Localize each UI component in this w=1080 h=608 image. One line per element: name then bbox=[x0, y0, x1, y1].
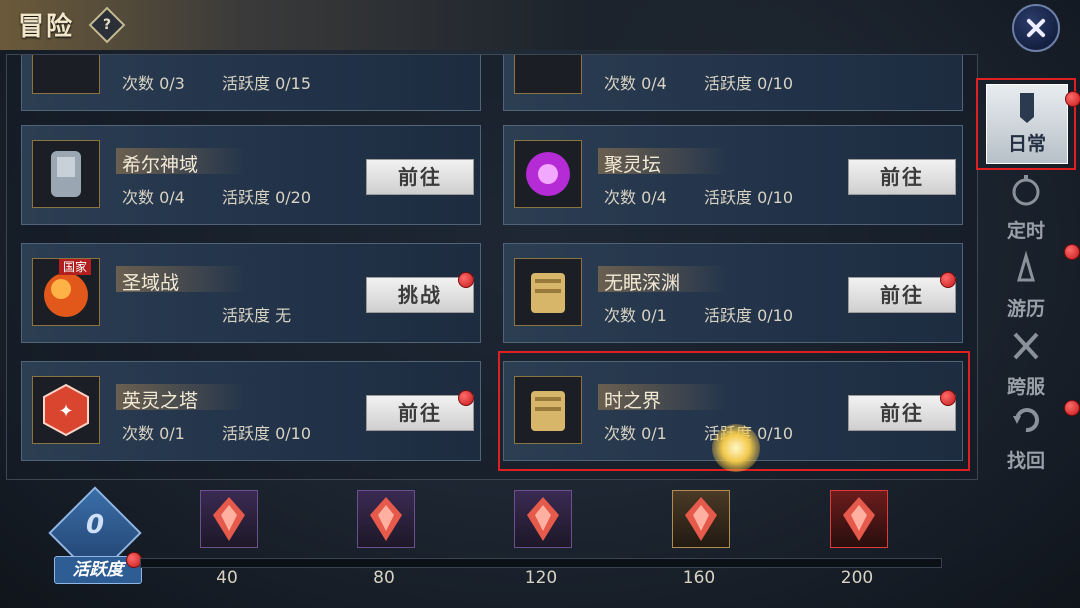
activity-score: 0 bbox=[85, 510, 105, 540]
tap-indicator-icon bbox=[712, 424, 760, 472]
activity-name: 英灵之塔 bbox=[122, 390, 199, 412]
recover-icon bbox=[1013, 408, 1039, 433]
progress-track bbox=[140, 558, 942, 568]
activity-points-text: 活跃度 0/15 bbox=[222, 74, 312, 93]
page-title: 冒险 bbox=[18, 12, 75, 42]
milestone-value: 40 bbox=[216, 568, 238, 588]
stopwatch-icon bbox=[1012, 175, 1040, 206]
milestone-value: 160 bbox=[682, 568, 716, 588]
tab-scheduled[interactable]: 定时 bbox=[986, 172, 1066, 244]
crossed-swords-icon bbox=[1013, 332, 1039, 360]
armor-icon bbox=[32, 140, 100, 208]
svg-text:✦: ✦ bbox=[58, 401, 73, 422]
activity-card-abyss: 无眠深渊 次数 0/1 活跃度 0/10 前往 bbox=[503, 243, 963, 343]
notification-badge bbox=[458, 272, 474, 288]
question-icon: ? bbox=[102, 17, 112, 33]
activity-points-text: 活跃度 0/20 bbox=[222, 188, 312, 207]
activity-name: 圣域战 bbox=[122, 272, 180, 294]
count-text: 次数 0/3 bbox=[122, 74, 185, 93]
count-text: 次数 0/4 bbox=[122, 188, 185, 207]
notification-badge bbox=[940, 272, 956, 288]
activity-points-text: 活跃度 无 bbox=[222, 306, 292, 325]
activity-name: 希尔神域 bbox=[122, 154, 199, 176]
notification-badge bbox=[458, 390, 474, 406]
count-text: 次数 0/1 bbox=[604, 306, 667, 325]
count-text: 次数 0/4 bbox=[604, 74, 667, 93]
tab-recover[interactable]: 找回 bbox=[986, 400, 1080, 474]
activity-card-tower: ✦ 英灵之塔 次数 0/1 活跃度 0/10 前往 bbox=[21, 361, 481, 461]
crystal-icon bbox=[213, 497, 245, 541]
activity-points-text: 活跃度 0/10 bbox=[704, 188, 794, 207]
crystal-icon bbox=[527, 497, 559, 541]
activity-name: 无眠深渊 bbox=[604, 272, 681, 294]
tab-label: 找回 bbox=[1006, 450, 1045, 472]
fire-orb-icon: 国家 bbox=[32, 258, 100, 326]
reward-chest[interactable] bbox=[200, 490, 258, 548]
activity-name: 聚灵坛 bbox=[604, 154, 662, 176]
tab-cross-server[interactable]: 跨服 bbox=[986, 328, 1066, 400]
reward-chest[interactable] bbox=[672, 490, 730, 548]
activity-card: 次数 0/3 活跃度 0/15 bbox=[21, 55, 481, 111]
tab-daily[interactable]: 日常 bbox=[986, 84, 1080, 164]
milestone-value: 120 bbox=[524, 568, 558, 588]
reward-chest[interactable] bbox=[514, 490, 572, 548]
milestone-value: 200 bbox=[840, 568, 874, 588]
activity-card-juling: 聚灵坛 次数 0/4 活跃度 0/10 前往 bbox=[503, 125, 963, 225]
activity-card-shengyu: 国家 圣域战 活跃度 无 挑战 bbox=[21, 243, 481, 343]
spirit-orb-icon bbox=[514, 140, 582, 208]
reward-chest[interactable] bbox=[357, 490, 415, 548]
activity-icon bbox=[32, 55, 100, 94]
tab-label: 游历 bbox=[1006, 298, 1045, 320]
notification-badge bbox=[1064, 244, 1080, 260]
crystal-icon bbox=[685, 497, 717, 541]
activity-icon bbox=[514, 55, 582, 94]
nation-tag: 国家 bbox=[59, 259, 92, 275]
tab-label: 日常 bbox=[1007, 133, 1046, 155]
crystal-icon bbox=[843, 497, 875, 541]
banner-icon bbox=[1020, 93, 1034, 123]
activity-points-text: 活跃度 0/10 bbox=[222, 424, 312, 443]
notification-badge bbox=[1064, 400, 1080, 416]
activity-card: 次数 0/4 活跃度 0/10 bbox=[503, 55, 963, 111]
top-bar bbox=[0, 0, 980, 50]
tab-label: 跨服 bbox=[1006, 376, 1045, 398]
hexagon-emblem-icon: ✦ bbox=[32, 376, 100, 444]
milestone-value: 80 bbox=[373, 568, 395, 588]
crystal-icon bbox=[370, 497, 402, 541]
activity-progress-bar: 0 活跃度 40 80 120 160 200 bbox=[0, 480, 1080, 608]
notification-badge bbox=[1065, 91, 1080, 107]
tab-travel[interactable]: 游历 bbox=[986, 244, 1080, 322]
go-button[interactable]: 前往 bbox=[848, 159, 956, 195]
tab-label: 定时 bbox=[1006, 220, 1045, 242]
activity-card-xier: 希尔神域 次数 0/4 活跃度 0/20 前往 bbox=[21, 125, 481, 225]
travel-icon bbox=[1017, 250, 1035, 282]
go-button[interactable]: 前往 bbox=[366, 159, 474, 195]
activity-points-text: 活跃度 0/10 bbox=[704, 306, 794, 325]
activity-points-text: 活跃度 0/10 bbox=[704, 74, 794, 93]
close-button[interactable] bbox=[1012, 4, 1060, 52]
count-text: 次数 0/1 bbox=[122, 424, 185, 443]
scroll-icon bbox=[514, 258, 582, 326]
reward-chest[interactable] bbox=[830, 490, 888, 548]
count-text: 次数 0/4 bbox=[604, 188, 667, 207]
